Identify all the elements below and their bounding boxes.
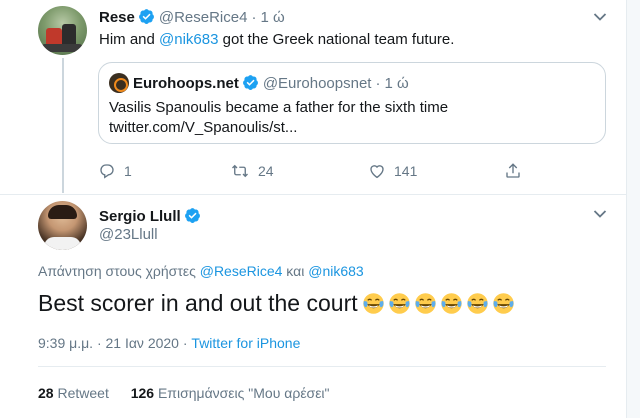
mention-link[interactable]: @nik683 — [159, 31, 218, 48]
like-stat[interactable]: 126 Επισημάνσεις "Μου αρέσει" — [131, 385, 330, 401]
crying-laughing-emoji — [388, 293, 410, 314]
author-handle[interactable]: @23Llull — [99, 226, 158, 244]
avatar[interactable] — [38, 201, 87, 250]
retweet-label: Retweet — [57, 385, 109, 401]
tweet-text-part: got the Greek national team future. — [218, 31, 455, 48]
author-name-row: Sergio Llull — [99, 207, 201, 226]
like-button[interactable]: 141 — [368, 160, 417, 182]
author-name[interactable]: Rese — [99, 9, 135, 26]
quoted-author-handle: @Eurohoopsnet — [262, 75, 372, 92]
like-label: Επισημάνσεις "Μου αρέσει" — [157, 385, 330, 401]
crying-laughing-emoji — [492, 293, 514, 314]
avatar[interactable] — [38, 6, 87, 55]
tweet-time[interactable]: 1 ώ — [260, 9, 284, 26]
separator-dot: · — [251, 9, 257, 26]
replying-prefix: Απάντηση στους χρήστες — [38, 263, 200, 279]
share-icon — [506, 163, 520, 178]
replying-and: και — [282, 263, 309, 279]
retweet-stat[interactable]: 28 Retweet — [38, 385, 109, 401]
quoted-avatar — [109, 73, 129, 93]
tweet-header: Rese @ReseRice4 · 1 ώ — [99, 8, 285, 27]
emoji-row — [362, 292, 518, 322]
quoted-link: twitter.com/V_Spanoulis/st... — [109, 119, 298, 136]
replying-to: Απάντηση στους χρήστες @ReseRice4 και @n… — [38, 262, 364, 280]
share-button[interactable] — [504, 160, 530, 182]
like-icon — [370, 165, 384, 179]
verified-badge-icon — [184, 208, 200, 223]
crying-laughing-emoji — [440, 293, 462, 314]
retweet-count: 24 — [258, 163, 274, 179]
tweet-thread: Rese @ReseRice4 · 1 ώ Him and @nik683 got t… — [0, 0, 626, 418]
quoted-tweet[interactable]: Eurohoops.net @Eurohoopsnet · 1 ώ Vasilis S… — [98, 62, 606, 144]
reply-button[interactable]: 1 — [98, 160, 132, 182]
crying-laughing-emoji — [362, 293, 384, 314]
quoted-author-name: Eurohoops.net — [133, 75, 239, 92]
tweet-stats: 28 Retweet 126 Επισημάνσεις "Μου αρέσει" — [38, 384, 330, 402]
parent-tweet[interactable]: Rese @ReseRice4 · 1 ώ Him and @nik683 got t… — [0, 0, 626, 195]
retweet-icon — [232, 164, 248, 178]
avatar-hair — [48, 205, 77, 219]
tweet-text-part: Him and — [99, 31, 160, 48]
like-count: 141 — [394, 163, 418, 179]
tweet-timestamp[interactable]: 9:39 μ.μ. · 21 Ιαν 2020 · — [38, 335, 191, 351]
separator-dot: · — [375, 75, 381, 92]
author-name[interactable]: Sergio Llull — [99, 208, 181, 225]
quoted-header: Eurohoops.net @Eurohoopsnet · 1 ώ — [133, 74, 409, 93]
crying-laughing-emoji — [414, 293, 436, 314]
chevron-down-icon[interactable] — [593, 12, 607, 22]
retweet-button[interactable]: 24 — [230, 160, 274, 182]
retweet-count: 28 — [38, 385, 54, 401]
reply-count: 1 — [124, 163, 132, 179]
tweet-text: Him and @nik683 got the Greek national t… — [99, 30, 454, 50]
verified-badge-icon — [138, 9, 154, 24]
tweet-text: Best scorer in and out the court — [38, 288, 518, 322]
quoted-text-line: Vasilis Spanoulis became a father for th… — [109, 99, 449, 116]
verified-badge-icon — [242, 75, 258, 90]
scrollbar-track[interactable] — [626, 0, 640, 418]
thread-connector — [62, 58, 64, 193]
mention-link[interactable]: @nik683 — [308, 263, 363, 279]
tweet-source[interactable]: Twitter for iPhone — [191, 335, 300, 351]
mention-link[interactable]: @ReseRice4 — [200, 263, 283, 279]
quoted-time: 1 ώ — [384, 75, 409, 92]
divider — [38, 366, 606, 367]
reply-icon — [100, 164, 114, 179]
tweet-meta: 9:39 μ.μ. · 21 Ιαν 2020 · Twitter for iP… — [38, 334, 300, 352]
tweet-actions: 1 24 141 — [98, 160, 528, 184]
tweet-text-body: Best scorer in and out the court — [38, 290, 358, 316]
quoted-text: Vasilis Spanoulis became a father for th… — [109, 98, 448, 138]
avatar-shirt — [44, 237, 81, 250]
divider — [0, 194, 626, 195]
crying-laughing-emoji — [466, 293, 488, 314]
chevron-down-icon[interactable] — [593, 209, 607, 219]
author-handle[interactable]: @ReseRice4 — [159, 9, 248, 26]
like-count: 126 — [130, 385, 155, 401]
